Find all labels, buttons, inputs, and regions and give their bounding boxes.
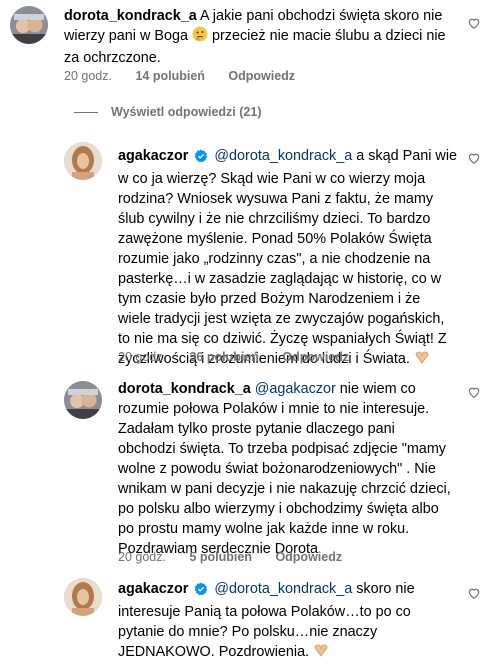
- comment-meta: 20 godz. 5 polubień Odpowiedz: [118, 550, 362, 564]
- comment-text: agakaczor @dorota_kondrack_a a skąd Pani…: [118, 146, 458, 371]
- heart-icon[interactable]: [467, 586, 481, 600]
- heart-icon[interactable]: [467, 385, 481, 399]
- avatar[interactable]: [64, 381, 102, 419]
- heart-icon[interactable]: [467, 16, 481, 30]
- reply-button[interactable]: Odpowiedz: [228, 69, 295, 83]
- timestamp: 20 godz.: [118, 350, 166, 364]
- mention-link[interactable]: @dorota_kondrack_a: [214, 148, 352, 164]
- heart-hands-emoji: [313, 644, 329, 664]
- reply-button[interactable]: Odpowiedz: [275, 550, 342, 564]
- view-replies-button[interactable]: Wyświetl odpowiedzi (21): [74, 105, 261, 119]
- verified-badge-icon: [194, 582, 208, 602]
- reply-button[interactable]: Odpowiedz: [282, 350, 349, 364]
- heart-hands-emoji: [414, 351, 430, 371]
- username[interactable]: agakaczor: [118, 148, 188, 164]
- thinking-face-emoji: [192, 26, 208, 48]
- mention-link[interactable]: @agakaczor: [255, 381, 336, 397]
- verified-badge-icon: [194, 149, 208, 169]
- comment-text: dorota_kondrack_a @agakaczor nie wiem co…: [118, 381, 451, 557]
- avatar[interactable]: [64, 142, 102, 180]
- comment-meta: 20 godz. 14 polubień Odpowiedz: [64, 69, 315, 83]
- likes-count[interactable]: 5 polubień: [189, 550, 252, 564]
- username[interactable]: dorota_kondrack_a: [118, 381, 251, 397]
- comment-text: dorota_kondrack_a A jakie pani obchodzi …: [64, 8, 446, 66]
- divider-line: [74, 111, 98, 113]
- username[interactable]: agakaczor: [118, 581, 188, 597]
- avatar[interactable]: [64, 578, 102, 616]
- timestamp: 20 godz.: [118, 550, 166, 564]
- likes-count[interactable]: 36 polubień: [189, 350, 258, 364]
- likes-count[interactable]: 14 polubień: [135, 69, 204, 83]
- mention-link[interactable]: @dorota_kondrack_a: [214, 581, 352, 597]
- username[interactable]: dorota_kondrack_a: [64, 8, 197, 24]
- heart-icon[interactable]: [467, 151, 481, 165]
- comment-text: agakaczor @dorota_kondrack_a skoro nie i…: [118, 579, 458, 664]
- timestamp: 20 godz.: [64, 69, 112, 83]
- avatar[interactable]: [10, 6, 48, 44]
- comment-meta: 20 godz. 36 polubień Odpowiedz: [118, 350, 369, 364]
